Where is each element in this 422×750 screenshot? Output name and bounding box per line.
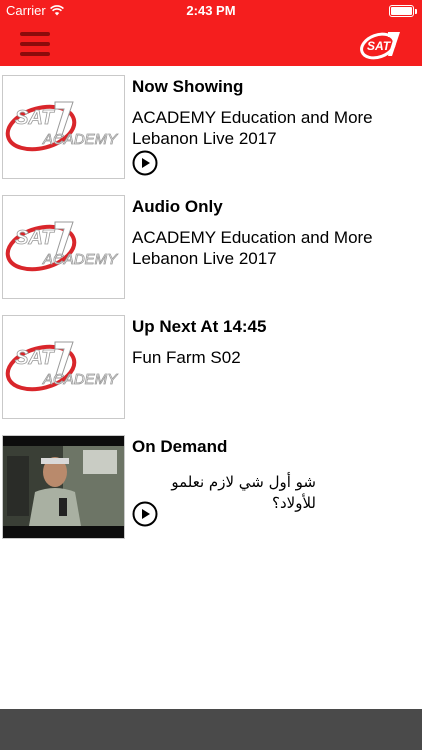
svg-text:ACADEMY: ACADEMY [42,131,118,148]
row-title: Now Showing [132,77,244,96]
svg-text:SAT: SAT [15,107,55,129]
academy-thumbnail: SAT ACADEMY [2,315,125,419]
svg-text:SAT: SAT [367,39,392,53]
row-title: Audio Only [132,197,223,216]
menu-line [20,32,50,36]
video-thumbnail [2,435,125,539]
play-icon[interactable] [132,150,158,176]
row-description: ACADEMY Education and More Lebanon Live … [132,227,412,269]
nav-bar: SAT [0,22,422,66]
hamburger-menu-icon[interactable] [20,31,50,57]
status-bar: Carrier 2:43 PM [0,0,422,22]
list-item-on-demand[interactable]: On Demand شو أول شي لازم نعلمو للأولاد؟ [0,426,422,546]
academy-thumbnail: SAT ACADEMY [2,75,125,179]
row-desc-line2: Lebanon Live 2017 [132,249,277,268]
svg-text:ACADEMY: ACADEMY [42,371,118,388]
academy-thumbnail: SAT ACADEMY [2,195,125,299]
row-desc-line1: ACADEMY Education and More [132,108,373,127]
svg-text:SAT: SAT [15,227,55,249]
program-list: SAT ACADEMY Now Showing ACADEMY Educatio… [0,66,422,546]
battery-icon [389,5,417,17]
row-desc-line2: Lebanon Live 2017 [132,129,277,148]
row-description-arabic: شو أول شي لازم نعلمو للأولاد؟ [171,473,316,512]
sat7-academy-logo: SAT ACADEMY [5,221,119,272]
row-title: Up Next At 14:45 [132,317,267,336]
battery-fill [391,7,412,15]
row-description: ACADEMY Education and More Lebanon Live … [132,107,412,149]
svg-text:ACADEMY: ACADEMY [42,251,118,268]
sat7-academy-logo: SAT ACADEMY [5,341,119,392]
list-item-now-showing[interactable]: SAT ACADEMY Now Showing ACADEMY Educatio… [0,66,422,186]
list-item-audio-only[interactable]: SAT ACADEMY Audio Only ACADEMY Education… [0,186,422,306]
play-icon[interactable] [132,501,158,527]
menu-line [20,42,50,46]
row-desc-line1: ACADEMY Education and More [132,228,373,247]
list-item-up-next[interactable]: SAT ACADEMY Up Next At 14:45 Fun Farm S0… [0,306,422,426]
sat7-academy-logo: SAT ACADEMY [5,101,119,152]
row-description: Fun Farm S02 [132,347,412,368]
video-thumbnail-image [3,436,124,538]
status-time: 2:43 PM [186,3,236,18]
row-title: On Demand [132,437,228,456]
svg-text:SAT: SAT [15,347,55,369]
footer-bar [0,709,422,750]
sat7-logo-icon[interactable]: SAT [358,26,402,62]
menu-line [20,52,50,56]
row-desc-line1: Fun Farm S02 [132,348,241,367]
